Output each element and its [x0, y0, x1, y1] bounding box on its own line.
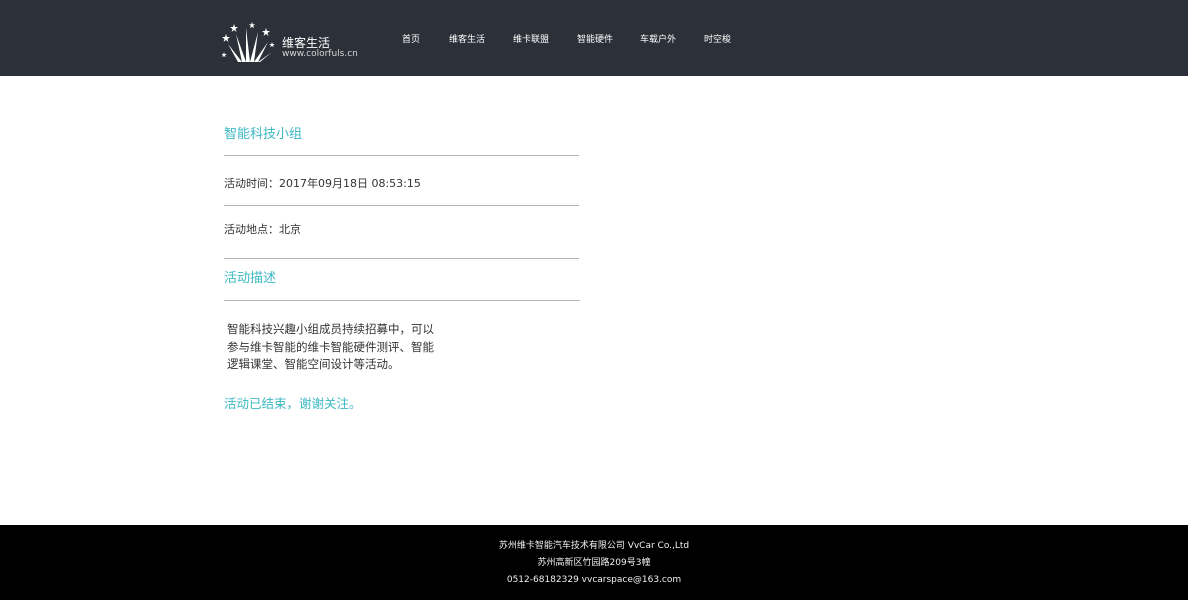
- nav-item-car-outdoor[interactable]: 车载户外: [640, 34, 676, 46]
- divider: [224, 300, 580, 301]
- event-location: 活动地点：北京: [224, 223, 301, 236]
- event-title: 智能科技小组: [224, 127, 303, 142]
- event-description: 智能科技兴趣小组成员持续招募中，可以 参与维卡智能的维卡智能硬件测评、智能 逻辑…: [227, 321, 457, 374]
- footer-contact: 0512-68182329 vvcarspace@163.com: [506, 575, 682, 585]
- description-line: 智能科技兴趣小组成员持续招募中，可以: [227, 322, 434, 336]
- footer-address: 苏州高新区竹园路209号3幢: [537, 558, 651, 568]
- logo-url: www.colorfuls.cn: [282, 49, 358, 59]
- site-footer: 苏州维卡智能汽车技术有限公司 VvCar Co.,Ltd 苏州高新区竹园路209…: [0, 525, 1188, 600]
- divider: [224, 155, 579, 156]
- nav-item-smart-hardware[interactable]: 智能硬件: [577, 34, 613, 46]
- divider: [224, 258, 579, 259]
- nav-item-time-shuttle[interactable]: 时空梭: [704, 34, 731, 46]
- site-header: 维客生活 www.colorfuls.cn 首页 维客生活 维卡联盟 智能硬件 …: [0, 0, 1188, 76]
- event-time: 活动时间：2017年09月18日 08:53:15: [224, 177, 421, 190]
- divider: [224, 205, 579, 206]
- nav-item-home[interactable]: 首页: [402, 34, 420, 46]
- logo[interactable]: 维客生活 www.colorfuls.cn: [222, 20, 362, 66]
- description-heading: 活动描述: [224, 271, 277, 286]
- footer-company: 苏州维卡智能汽车技术有限公司 VvCar Co.,Ltd: [498, 541, 690, 551]
- nav-item-vk-life[interactable]: 维客生活: [449, 34, 485, 46]
- event-status: 活动已结束，谢谢关注。: [224, 396, 362, 411]
- description-line: 参与维卡智能的维卡智能硬件测评、智能: [227, 339, 434, 354]
- logo-starburst-icon: [222, 22, 275, 62]
- description-line: 逻辑课堂、智能空间设计等活动。: [227, 357, 400, 371]
- nav-item-vk-alliance[interactable]: 维卡联盟: [513, 34, 549, 46]
